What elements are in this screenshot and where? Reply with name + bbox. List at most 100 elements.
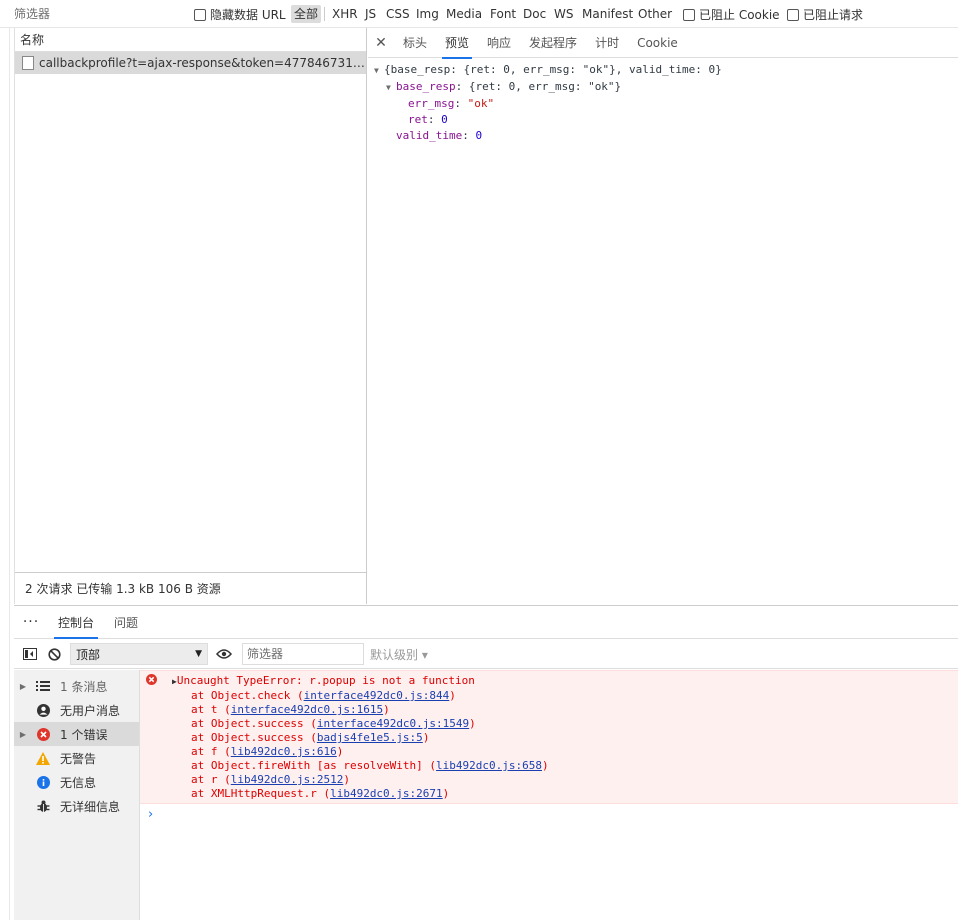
request-list-pane: 名称 callbackprofile?t=ajax-response&token…	[14, 28, 367, 604]
sidebar-item-verbose[interactable]: 无详细信息	[14, 794, 139, 818]
network-filter-input[interactable]	[14, 4, 180, 24]
drawer-tab-bar: ··· 控制台 问题	[14, 605, 958, 639]
type-filter-manifest[interactable]: Manifest	[579, 5, 636, 23]
tab-cookies[interactable]: Cookie	[628, 28, 687, 58]
type-filter-doc[interactable]: Doc	[520, 5, 549, 23]
type-filter-img[interactable]: Img	[413, 5, 442, 23]
hide-data-urls-checkbox[interactable]: 隐藏数据 URL	[194, 6, 286, 23]
divider	[324, 7, 325, 21]
live-expression-eye-icon[interactable]	[212, 642, 236, 666]
context-selector[interactable]: 顶部 ▼	[70, 643, 208, 665]
tab-initiator[interactable]: 发起程序	[520, 28, 586, 58]
stack-frame-text: at Object.success (	[191, 717, 317, 730]
sidebar-item-warnings[interactable]: 无警告	[14, 746, 139, 770]
blocked-cookies-checkbox[interactable]: 已阻止 Cookie	[683, 6, 780, 23]
expand-triangle-icon[interactable]: ▼	[374, 63, 384, 79]
log-level-selector[interactable]: 默认级别 ▾	[370, 646, 428, 663]
sidebar-item-info[interactable]: 无信息	[14, 770, 139, 794]
list-icon	[32, 681, 54, 691]
tab-issues[interactable]: 问题	[104, 606, 148, 639]
console-filter-input[interactable]	[242, 643, 364, 665]
source-link[interactable]: lib492dc0.js:658	[436, 759, 542, 772]
sidebar-toggle-icon[interactable]	[18, 642, 42, 666]
stack-frame: at r (lib492dc0.js:2512)	[146, 773, 958, 787]
json-number-value: 0	[441, 113, 448, 126]
source-link[interactable]: badjs4fe1e5.js:5	[317, 731, 423, 744]
stack-frame-text: at XMLHttpRequest.r (	[191, 787, 331, 800]
source-link[interactable]: interface492dc0.js:1549	[317, 717, 469, 730]
console-error-message[interactable]: ▶Uncaught TypeError: r.popup is not a fu…	[140, 670, 958, 804]
json-summary: {ret: 0, err_msg: "ok"}	[468, 80, 622, 93]
warning-icon	[32, 751, 54, 765]
expand-arrow-icon: ▶	[19, 681, 27, 691]
checkbox-box	[787, 8, 799, 21]
source-link[interactable]: lib492dc0.js:616	[231, 745, 337, 758]
type-filter-ws[interactable]: WS	[551, 5, 576, 23]
stack-frame-suffix: )	[469, 717, 476, 730]
stack-frame-suffix: )	[449, 689, 456, 702]
stack-frame: at t (interface492dc0.js:1615)	[146, 703, 958, 717]
json-root-summary: {base_resp: {ret: 0, err_msg: "ok"}, val…	[384, 63, 722, 76]
blocked-requests-checkbox[interactable]: 已阻止请求	[787, 6, 863, 23]
tab-preview[interactable]: 预览	[436, 28, 478, 59]
tab-timing[interactable]: 计时	[586, 28, 628, 58]
prompt-chevron-icon: ›	[148, 807, 154, 822]
sidebar-item-errors[interactable]: ▶ 1 个错误	[14, 722, 139, 746]
stack-frame-suffix: )	[336, 745, 344, 758]
request-detail-tabs: ✕ 标头 预览 响应 发起程序 计时 Cookie	[368, 28, 958, 59]
json-key: base_resp	[396, 80, 456, 93]
dropdown-arrow-icon: ▼	[195, 649, 202, 659]
json-preview: ▼ {base_resp: {ret: 0, err_msg: "ok"}, va…	[374, 62, 722, 144]
sidebar-item-user-messages[interactable]: 无用户消息	[14, 698, 139, 722]
stack-frame: at Object.check (interface492dc0.js:844)	[146, 689, 958, 703]
error-headline[interactable]: ▶Uncaught TypeError: r.popup is not a fu…	[146, 674, 958, 689]
info-icon	[32, 775, 54, 789]
clear-console-icon[interactable]	[42, 642, 66, 666]
more-tools-icon[interactable]: ···	[14, 614, 48, 630]
json-key: valid_time	[396, 129, 463, 142]
json-root-row[interactable]: ▼ {base_resp: {ret: 0, err_msg: "ok"}, va…	[374, 62, 722, 79]
sidebar-item-label: 无警告	[60, 751, 97, 766]
console-sidebar: ▶ 1 条消息 无用户消息 ▶ 1 个错误 无警告 无信息 无详细信息	[14, 670, 140, 920]
stack-frame: at f (lib492dc0.js:616)	[146, 745, 958, 759]
source-link[interactable]: interface492dc0.js:1615	[231, 703, 383, 716]
console-prompt[interactable]: ›	[140, 804, 958, 826]
stack-frame-text: at r (	[191, 773, 231, 786]
error-text: Uncaught TypeError: r.popup is not a fun…	[176, 674, 475, 687]
expand-triangle-icon[interactable]: ▼	[386, 80, 396, 96]
type-filter-js[interactable]: JS	[362, 5, 379, 23]
request-name: callbackprofile?t=ajax-response&token=47…	[39, 56, 366, 70]
type-filter-media[interactable]: Media	[443, 5, 485, 23]
stack-frame-suffix: )	[383, 703, 390, 716]
stack-frame-suffix: )	[422, 731, 430, 744]
sidebar-item-messages[interactable]: ▶ 1 条消息	[14, 674, 139, 698]
type-filter-xhr[interactable]: XHR	[329, 5, 361, 23]
sidebar-item-label: 无用户消息	[60, 703, 121, 718]
json-string-value: "ok"	[467, 97, 495, 110]
source-link[interactable]: lib492dc0.js:2512	[231, 773, 344, 786]
sidebar-item-label: 无信息	[60, 775, 97, 790]
stack-frame: at Object.success (interface492dc0.js:15…	[146, 717, 958, 731]
type-filter-other[interactable]: Other	[635, 5, 675, 23]
tab-headers[interactable]: 标头	[394, 28, 436, 58]
sidebar-item-label: 1 个错误	[60, 727, 108, 742]
type-filter-all[interactable]: 全部	[291, 5, 322, 23]
tab-response[interactable]: 响应	[478, 28, 520, 58]
json-number-value: 0	[475, 129, 483, 142]
source-link[interactable]: interface492dc0.js:844	[304, 689, 450, 702]
checkbox-box	[194, 8, 206, 21]
sidebar-item-label: 1 条消息	[60, 679, 108, 694]
tab-console[interactable]: 控制台	[48, 606, 104, 639]
error-icon	[146, 674, 157, 689]
left-margin	[0, 28, 10, 920]
stack-frame-text: at Object.success (	[191, 731, 317, 744]
json-base-resp-row[interactable]: ▼ base_resp: {ret: 0, err_msg: "ok"}	[374, 79, 722, 96]
name-column-header[interactable]: 名称	[15, 28, 366, 52]
error-icon	[32, 727, 54, 741]
source-link[interactable]: lib492dc0.js:2671	[330, 787, 443, 800]
console-toolbar: 顶部 ▼ 默认级别 ▾	[14, 640, 958, 669]
close-icon[interactable]: ✕	[368, 35, 394, 51]
type-filter-font[interactable]: Font	[487, 5, 519, 23]
request-row[interactable]: callbackprofile?t=ajax-response&token=47…	[15, 52, 366, 74]
type-filter-css[interactable]: CSS	[383, 5, 413, 23]
